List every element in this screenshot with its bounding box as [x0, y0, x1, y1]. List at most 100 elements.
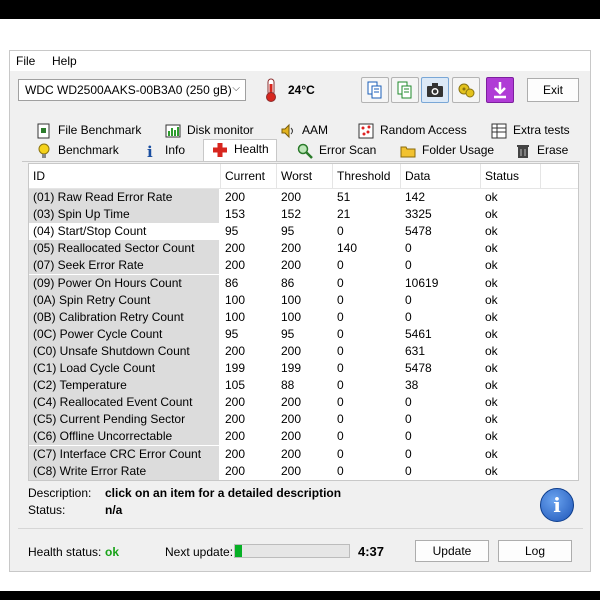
cell-status: ok	[485, 241, 498, 256]
cell-threshold: 0	[337, 309, 344, 324]
tab-info[interactable]: i Info	[143, 141, 185, 161]
speaker-icon	[280, 123, 296, 139]
column-header-status[interactable]: Status	[481, 164, 541, 188]
cell-worst: 95	[281, 326, 295, 341]
cell-threshold: 0	[337, 326, 344, 341]
tab-aam[interactable]: AAM	[280, 121, 328, 140]
column-header-id[interactable]: ID	[29, 164, 221, 188]
cell-status: ok	[485, 190, 498, 204]
table-row[interactable]: (05) Reallocated Sector Count 200 200 140 0 o…	[29, 240, 578, 258]
health-status-label: Health status:	[28, 545, 102, 559]
cell-data: 0	[405, 412, 412, 427]
table-row[interactable]: (04) Start/Stop Count 95 95 0 5478 ok	[29, 223, 578, 241]
table-row[interactable]: (07) Seek Error Rate 200 200 0 0 ok	[29, 257, 578, 275]
description-value: click on an item for a detailed descript…	[105, 486, 342, 500]
column-header-threshold[interactable]: Threshold	[333, 164, 401, 188]
cell-id: (C4) Reallocated Event Count	[29, 394, 219, 412]
cell-status: ok	[485, 258, 498, 273]
tab-disk-monitor[interactable]: Disk monitor	[165, 121, 254, 140]
lightbulb-icon	[36, 143, 52, 159]
table-row[interactable]: (0C) Power Cycle Count 95 95 0 5461 ok	[29, 325, 578, 343]
status-label: Status:	[28, 503, 66, 517]
tab-health[interactable]: Health	[203, 139, 277, 162]
table-row[interactable]: (C6) Offline Uncorrectable 200 200 0 0 ok	[29, 428, 578, 446]
tab-erase[interactable]: Erase	[515, 141, 568, 160]
cell-current: 200	[225, 463, 246, 478]
table-row[interactable]: (01) Raw Read Error Rate 200 200 51 142 ok	[29, 189, 578, 206]
column-header-data[interactable]: Data	[401, 164, 481, 188]
tab-benchmark[interactable]: Benchmark	[36, 141, 119, 160]
cell-current: 95	[225, 224, 239, 239]
cell-status: ok	[485, 378, 498, 393]
cell-current: 200	[225, 241, 246, 256]
next-update-timer: 4:37	[358, 544, 385, 559]
menu-file[interactable]: File	[16, 54, 35, 68]
screenshot-button[interactable]	[421, 77, 449, 103]
cell-current: 200	[225, 412, 246, 427]
next-update-progress	[234, 544, 350, 558]
footer-separator	[18, 528, 583, 529]
table-row[interactable]: (C7) Interface CRC Error Count 200 200 0 0 ok	[29, 445, 578, 463]
cell-worst: 200	[281, 429, 302, 444]
menu-help[interactable]: Help	[52, 54, 77, 68]
table-row[interactable]: (C0) Unsafe Shutdown Count 200 200 0 631 ok	[29, 342, 578, 360]
cell-threshold: 0	[337, 275, 344, 290]
tab-folder-usage[interactable]: Folder Usage	[400, 141, 494, 160]
table-row[interactable]: (C2) Temperature 105 88 0 38 ok	[29, 377, 578, 395]
options-button[interactable]	[452, 77, 480, 103]
exit-button[interactable]: Exit	[527, 78, 579, 102]
cell-threshold: 140	[337, 241, 358, 256]
cell-threshold: 0	[337, 343, 344, 358]
table-row[interactable]: (0B) Calibration Retry Count 100 100 0 0 ok	[29, 308, 578, 326]
cell-worst: 200	[281, 395, 302, 410]
log-button[interactable]: Log	[498, 540, 572, 562]
copy-icon	[367, 81, 382, 99]
cell-worst: 200	[281, 446, 302, 461]
tab-random-access[interactable]: Random Access	[358, 121, 467, 140]
tab-error-scan[interactable]: Error Scan	[297, 141, 376, 160]
cell-threshold: 0	[337, 292, 344, 307]
copy-button[interactable]	[361, 77, 389, 103]
cell-status: ok	[485, 207, 498, 222]
cell-current: 200	[225, 429, 246, 444]
column-header-worst[interactable]: Worst	[277, 164, 333, 188]
cell-id: (0C) Power Cycle Count	[29, 325, 219, 343]
update-button[interactable]: Update	[415, 540, 489, 562]
health-cross-icon	[212, 142, 228, 158]
column-header-current[interactable]: Current	[221, 164, 277, 188]
smart-attributes-table[interactable]: ID Current Worst Threshold Data Status (…	[28, 163, 579, 481]
table-row[interactable]: (C5) Current Pending Sector 200 200 0 0 ok	[29, 411, 578, 429]
thermometer-icon	[257, 77, 285, 103]
cell-threshold: 0	[337, 463, 344, 478]
cell-id: (C6) Offline Uncorrectable	[29, 428, 219, 446]
download-button[interactable]	[486, 77, 514, 103]
table-row[interactable]: (03) Spin Up Time 153 152 21 3325 ok	[29, 206, 578, 224]
status-value: n/a	[105, 503, 123, 517]
cell-current: 86	[225, 275, 239, 290]
cell-threshold: 0	[337, 429, 344, 444]
cell-status: ok	[485, 275, 498, 290]
cell-data: 0	[405, 395, 412, 410]
table-row[interactable]: (09) Power On Hours Count 86 86 0 10619 ok	[29, 274, 578, 292]
top-black-band	[0, 0, 600, 19]
table-row[interactable]: (C1) Load Cycle Count 199 199 0 5478 ok	[29, 360, 578, 377]
cell-status: ok	[485, 292, 498, 307]
cell-worst: 200	[281, 412, 302, 427]
cell-worst: 88	[281, 378, 295, 393]
cell-worst: 200	[281, 343, 302, 358]
table-row[interactable]: (C4) Reallocated Event Count 200 200 0 0 ok	[29, 394, 578, 412]
info-icon[interactable]: i	[540, 488, 574, 522]
cell-threshold: 0	[337, 224, 344, 239]
cell-id: (C2) Temperature	[29, 377, 219, 395]
cell-data: 3325	[405, 207, 432, 222]
cell-current: 100	[225, 292, 246, 307]
table-row[interactable]: (0A) Spin Retry Count 100 100 0 0 ok	[29, 291, 578, 309]
cell-worst: 200	[281, 258, 302, 273]
tab-panel-border	[22, 161, 580, 162]
tab-file-benchmark[interactable]: File Benchmark	[36, 121, 141, 140]
tab-extra-tests[interactable]: Extra tests	[491, 121, 570, 140]
drive-select[interactable]: WDC WD2500AAKS-00B3A0 (250 gB) ⌵	[18, 79, 246, 101]
cell-data: 0	[405, 309, 412, 324]
copy-all-button[interactable]	[391, 77, 419, 103]
table-row[interactable]: (C8) Write Error Rate 200 200 0 0 ok	[29, 462, 578, 480]
